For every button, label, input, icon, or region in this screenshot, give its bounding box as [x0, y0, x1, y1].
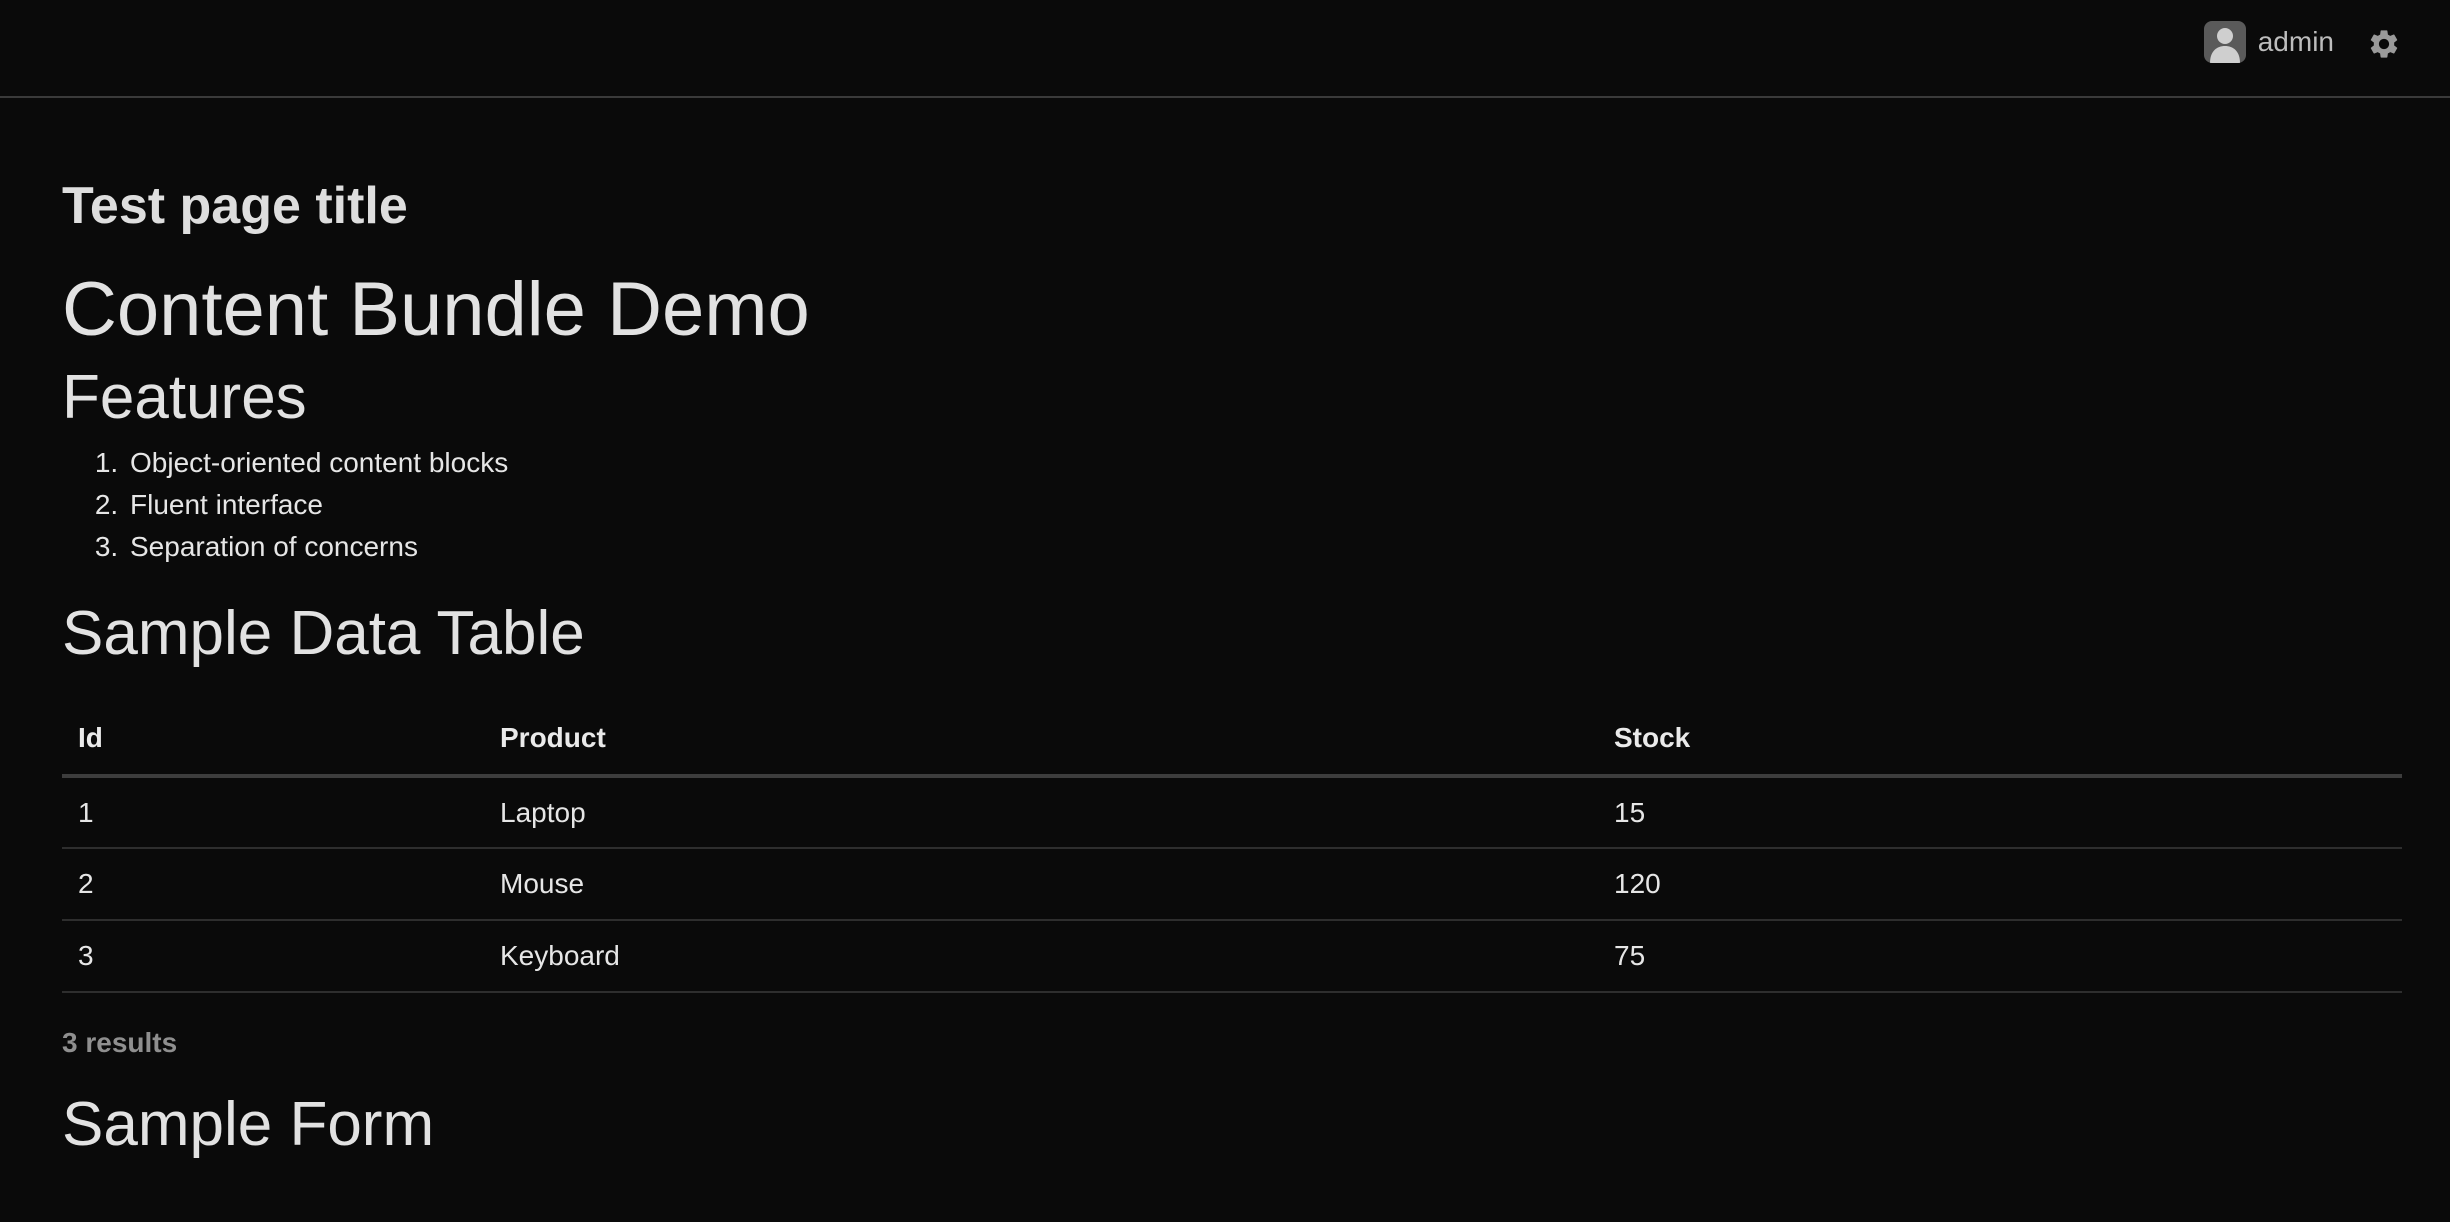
form-heading: Sample Form: [62, 1090, 435, 1159]
cell-product: Laptop: [484, 776, 1598, 849]
user-avatar-icon: [2203, 21, 2246, 63]
column-header-product[interactable]: Product: [484, 702, 1598, 778]
page-title: Test page title: [62, 177, 408, 235]
table-row[interactable]: 1 Laptop 15: [62, 776, 2402, 849]
main-heading: Content Bundle Demo: [62, 267, 810, 352]
table-row[interactable]: 3 Keyboard 75: [62, 920, 2402, 993]
table-heading: Sample Data Table: [62, 599, 585, 668]
cell-id: 2: [62, 848, 484, 921]
table-header-row: Id Product Stock: [62, 702, 2402, 778]
user-menu[interactable]: admin: [2203, 20, 2334, 64]
features-list: Object-oriented content blocks Fluent in…: [126, 442, 2402, 568]
list-item: Object-oriented content blocks: [126, 442, 2402, 484]
column-header-stock[interactable]: Stock: [1598, 702, 2402, 778]
cell-id: 3: [62, 920, 484, 993]
cell-stock: 120: [1598, 848, 2402, 921]
settings-button[interactable]: [2364, 24, 2404, 64]
gear-icon: [2370, 30, 2398, 58]
cell-stock: 75: [1598, 920, 2402, 993]
table-row[interactable]: 2 Mouse 120: [62, 848, 2402, 921]
column-header-id[interactable]: Id: [62, 702, 484, 778]
features-heading: Features: [62, 363, 307, 432]
list-item: Separation of concerns: [126, 526, 2402, 568]
username-label: admin: [2257, 26, 2334, 57]
cell-product: Keyboard: [484, 920, 1598, 993]
cell-product: Mouse: [484, 848, 1598, 921]
data-table: Id Product Stock 1 Laptop 15 2 Mouse 120…: [62, 702, 2402, 993]
result-count: 3 results: [62, 1027, 178, 1058]
cell-id: 1: [62, 776, 484, 849]
main-content: Test page title Content Bundle Demo Feat…: [62, 98, 2402, 1163]
top-bar: admin: [0, 0, 2450, 98]
list-item: Fluent interface: [126, 484, 2402, 526]
cell-stock: 15: [1598, 776, 2402, 849]
